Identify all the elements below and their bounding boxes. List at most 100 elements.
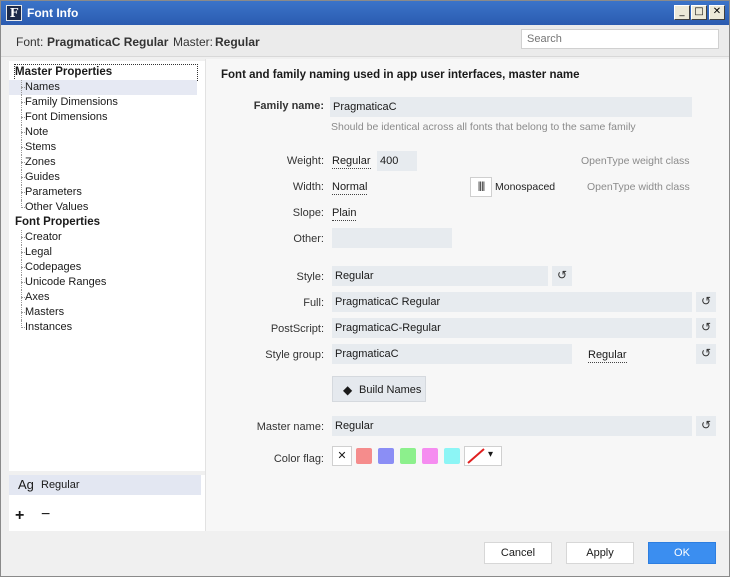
full-reset-icon[interactable]: ↺ bbox=[696, 292, 716, 312]
sidebar-item-unicode-ranges[interactable]: Unicode Ranges bbox=[9, 275, 106, 290]
style-group-link[interactable]: Regular bbox=[588, 349, 627, 363]
full-label: Full: bbox=[303, 297, 324, 309]
sidebar-item-axes[interactable]: Axes bbox=[9, 290, 49, 305]
sidebar-item-names[interactable]: Names bbox=[9, 80, 197, 95]
other-label: Other: bbox=[293, 233, 324, 245]
weight-label: Weight: bbox=[286, 155, 324, 167]
tree-font-properties[interactable]: Font Properties bbox=[15, 215, 100, 230]
custom-color-dropdown[interactable]: ▾ bbox=[464, 446, 502, 466]
weight-hint: OpenType weight class bbox=[581, 155, 690, 167]
sidebar-item-instances[interactable]: Instances bbox=[9, 320, 72, 335]
sidebar-item-zones[interactable]: Zones bbox=[9, 155, 56, 170]
chevron-down-icon: ▾ bbox=[488, 449, 494, 460]
master-list-item[interactable]: Ag Regular bbox=[9, 475, 201, 495]
sidebar-item-label: Codepages bbox=[25, 261, 82, 273]
gem-icon: ◆ bbox=[343, 383, 353, 397]
sidebar-item-label: Note bbox=[25, 126, 49, 138]
section-title: Font and family naming used in app user … bbox=[221, 69, 580, 81]
style-reset-icon[interactable]: ↺ bbox=[552, 266, 572, 286]
sidebar-item-label: Guides bbox=[25, 171, 60, 183]
names-panel: Font and family naming used in app user … bbox=[205, 59, 729, 531]
remove-master-button[interactable]: − bbox=[41, 506, 50, 524]
close-button[interactable]: ✕ bbox=[709, 5, 725, 20]
maximize-button[interactable]: □ bbox=[691, 5, 707, 20]
style-label: Style: bbox=[296, 271, 324, 283]
tree-master-properties[interactable]: Master Properties bbox=[14, 64, 198, 81]
add-master-button[interactable]: + bbox=[15, 507, 24, 525]
color-swatch-red[interactable] bbox=[356, 448, 372, 464]
color-flag-none-button[interactable]: ✕ bbox=[332, 446, 352, 466]
sidebar-item-codepages[interactable]: Codepages bbox=[9, 260, 81, 275]
ok-button[interactable]: OK bbox=[648, 542, 716, 564]
master-name-label: Master name: bbox=[256, 421, 324, 433]
sidebar-item-masters[interactable]: Masters bbox=[9, 305, 64, 320]
sidebar-item-stems[interactable]: Stems bbox=[9, 140, 56, 155]
minimize-button[interactable]: _ bbox=[674, 5, 690, 20]
master-name-reset-icon[interactable]: ↺ bbox=[696, 416, 716, 436]
sidebar-item-parameters[interactable]: Parameters bbox=[9, 185, 82, 200]
window-title: Font Info bbox=[27, 6, 79, 20]
build-names-button[interactable]: ◆ Build Names bbox=[332, 376, 426, 402]
sidebar-item-label: Zones bbox=[25, 156, 56, 168]
family-name-hint: Should be identical across all fonts tha… bbox=[331, 121, 636, 133]
font-info-window: F Font Info _ □ ✕ Font: PragmaticaC Regu… bbox=[0, 0, 730, 577]
family-name-field[interactable]: PragmaticaC bbox=[330, 97, 692, 117]
cancel-button[interactable]: Cancel bbox=[484, 542, 552, 564]
sidebar-item-family-dimensions[interactable]: Family Dimensions bbox=[9, 95, 118, 110]
sidebar-item-label: Legal bbox=[25, 246, 52, 258]
color-swatch-green[interactable] bbox=[400, 448, 416, 464]
full-name-field[interactable]: PragmaticaC Regular bbox=[332, 292, 692, 312]
monospaced-label: Monospaced bbox=[495, 181, 556, 193]
sidebar-item-label: Creator bbox=[25, 231, 62, 243]
color-flag-label: Color flag: bbox=[273, 453, 324, 465]
postscript-reset-icon[interactable]: ↺ bbox=[696, 318, 716, 338]
monospaced-checkbox[interactable]: |||| bbox=[470, 177, 492, 197]
sidebar-item-other-values[interactable]: Other Values bbox=[9, 200, 88, 215]
style-group-label: Style group: bbox=[265, 349, 324, 361]
master-value: Regular bbox=[215, 35, 260, 49]
style-group-field[interactable]: PragmaticaC bbox=[332, 344, 572, 364]
title-bar: F Font Info _ □ ✕ bbox=[1, 1, 729, 25]
sidebar-item-label: Stems bbox=[25, 141, 57, 153]
sidebar-item-note[interactable]: Note bbox=[9, 125, 48, 140]
sidebar-item-guides[interactable]: Guides bbox=[9, 170, 60, 185]
style-field[interactable]: Regular bbox=[332, 266, 548, 286]
width-label: Width: bbox=[292, 181, 324, 193]
color-swatch-pink[interactable] bbox=[422, 448, 438, 464]
sidebar-tree: Master Properties Names Family Dimension… bbox=[9, 61, 205, 471]
sidebar-item-label: Family Dimensions bbox=[25, 96, 118, 108]
sidebar-item-label: Axes bbox=[25, 291, 50, 303]
header-bar: Font: PragmaticaC Regular Master: Regula… bbox=[1, 25, 729, 57]
postscript-label: PostScript: bbox=[270, 323, 324, 335]
sidebar-item-label: Instances bbox=[25, 321, 73, 333]
slope-label: Slope: bbox=[292, 207, 324, 219]
color-swatch-blue[interactable] bbox=[378, 448, 394, 464]
sidebar-item-creator[interactable]: Creator bbox=[9, 230, 62, 245]
master-preview: Ag bbox=[18, 477, 34, 492]
style-group-reset-icon[interactable]: ↺ bbox=[696, 344, 716, 364]
font-value: PragmaticaC Regular bbox=[47, 35, 169, 49]
sidebar-item-font-dimensions[interactable]: Font Dimensions bbox=[9, 110, 108, 125]
dialog-footer: Cancel Apply OK bbox=[1, 531, 729, 576]
search-input[interactable] bbox=[521, 29, 719, 49]
apply-button[interactable]: Apply bbox=[566, 542, 634, 564]
no-color-slash-icon bbox=[467, 448, 485, 464]
width-hint: OpenType width class bbox=[587, 181, 690, 193]
master-name-field[interactable]: Regular bbox=[332, 416, 692, 436]
build-names-label: Build Names bbox=[359, 384, 422, 396]
font-label: Font: bbox=[16, 35, 44, 49]
sidebar-item-label: Parameters bbox=[25, 186, 82, 198]
master-label: Master: bbox=[173, 35, 214, 49]
weight-link[interactable]: Regular bbox=[332, 155, 371, 169]
color-swatch-cyan[interactable] bbox=[444, 448, 460, 464]
sidebar-item-label: Names bbox=[25, 81, 60, 93]
family-name-label: Family name: bbox=[253, 100, 324, 112]
width-link[interactable]: Normal bbox=[332, 181, 368, 195]
postscript-field[interactable]: PragmaticaC-Regular bbox=[332, 318, 692, 338]
sidebar-item-legal[interactable]: Legal bbox=[9, 245, 52, 260]
weight-value-field[interactable]: 400 bbox=[377, 151, 417, 171]
sidebar-item-label: Masters bbox=[25, 306, 65, 318]
app-icon: F bbox=[6, 5, 22, 21]
other-field[interactable] bbox=[332, 228, 452, 248]
slope-link[interactable]: Plain bbox=[332, 207, 357, 221]
